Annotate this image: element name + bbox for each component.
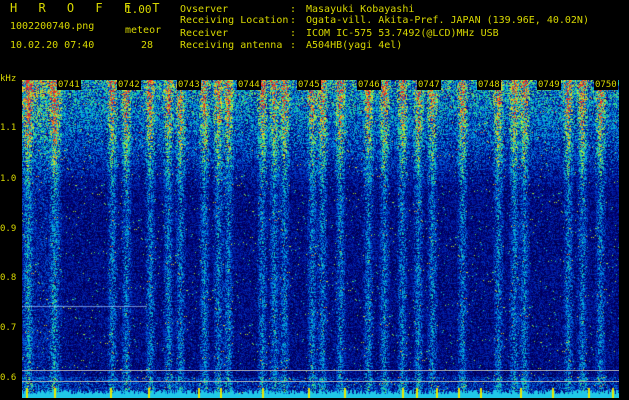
y-tick-label: 1.0 — [0, 174, 17, 184]
header-panel: H R O F F T 1.00 1002200740.png 10.02.20… — [0, 0, 629, 80]
receiver-key: Receiver — [180, 28, 229, 39]
receiver-value: ICOM IC-575 53.7492(@LCD)MHz USB — [306, 28, 499, 39]
y-tick-label: 0.9 — [0, 224, 17, 234]
right-margin — [619, 80, 629, 400]
location-key: Receiving Location — [180, 15, 289, 26]
meteor-label: meteor — [125, 25, 162, 36]
info-colon: : — [290, 4, 297, 15]
file-name: 1002200740.png — [10, 21, 95, 32]
info-colon: : — [290, 28, 297, 39]
file-datetime: 10.02.20 07:40 — [10, 40, 95, 51]
x-tick-label: 0746 — [357, 80, 381, 90]
observer-key: Ovserver — [180, 4, 229, 15]
y-tick-label: 0.7 — [0, 323, 17, 333]
spectrogram-canvas — [22, 80, 619, 398]
app-version: 1.00 — [125, 3, 152, 16]
spectrogram — [22, 80, 619, 398]
x-tick-label: 0741 — [57, 80, 81, 90]
info-colon: : — [290, 15, 297, 26]
info-colon: : — [290, 40, 297, 51]
y-tick-label: 0.8 — [0, 273, 17, 283]
y-tick-label: 0.6 — [0, 373, 17, 383]
x-tick-label: 0744 — [237, 80, 261, 90]
x-tick-label: 0745 — [297, 80, 321, 90]
location-value: Ogata-vill. Akita-Pref. JAPAN (139.96E, … — [306, 15, 589, 26]
y-tick-label: 1.1 — [0, 123, 17, 133]
x-tick-label: 0743 — [177, 80, 201, 90]
x-tick-label: 0748 — [477, 80, 501, 90]
x-tick-label: 0750 — [594, 80, 618, 90]
reference-line — [22, 370, 619, 371]
observer-value: Masayuki Kobayashi — [306, 4, 415, 15]
antenna-value: A504HB(yagi 4el) — [306, 40, 403, 51]
x-tick-label: 0747 — [417, 80, 441, 90]
x-tick-label: 0742 — [117, 80, 141, 90]
y-axis-unit: kHz — [0, 74, 17, 84]
antenna-key: Receiving antenna — [180, 40, 283, 51]
reference-line — [22, 381, 619, 382]
x-tick-label: 0749 — [537, 80, 561, 90]
meteor-count: 28 — [141, 40, 154, 51]
